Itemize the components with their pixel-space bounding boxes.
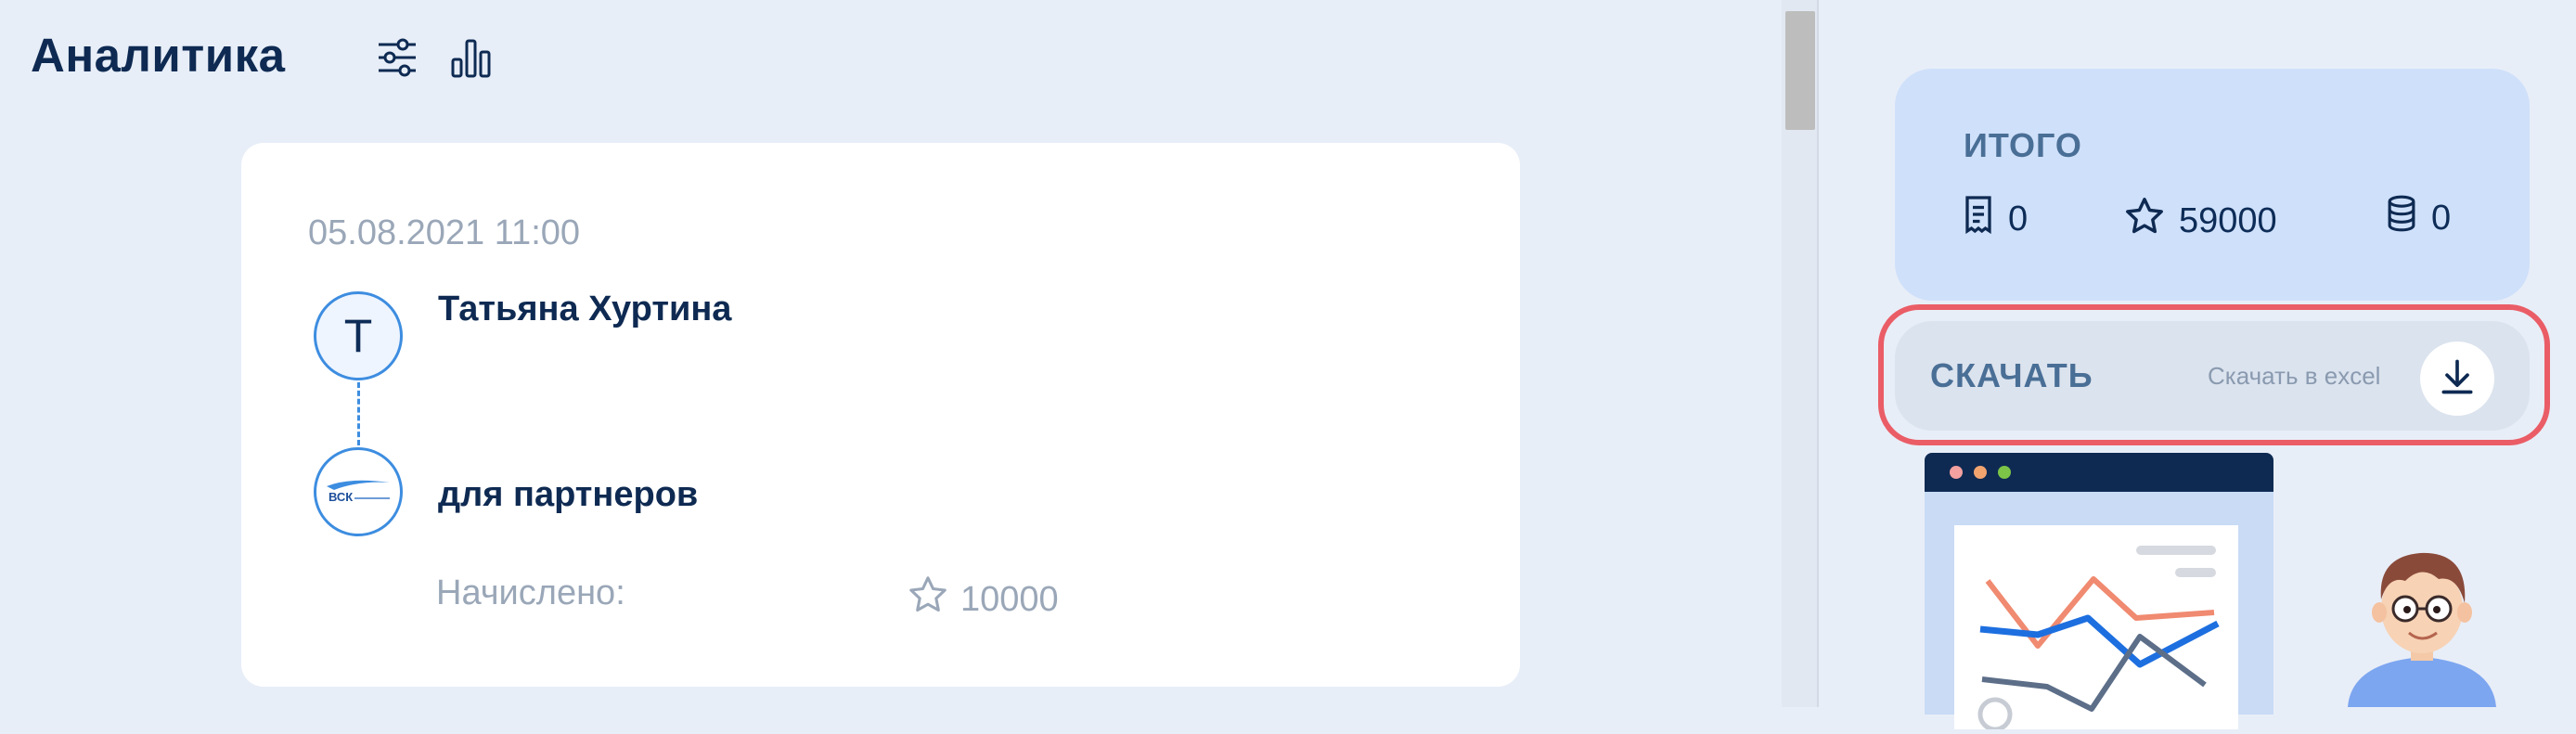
bar-chart-icon[interactable] [449,35,494,84]
download-button[interactable] [2420,341,2494,416]
user-name: Татьяна Хуртина [438,290,732,328]
avatar-letter: Т [343,310,373,362]
download-hint: Скачать в excel [2208,362,2381,390]
receipts-count: 0 [2008,199,2029,238]
totals-coins: 0 [2385,195,2451,241]
partner-logo-text: ВСК [328,490,353,504]
coins-icon [2385,195,2418,241]
download-panel[interactable]: СКАЧАТЬ Скачать в excel [1895,321,2530,431]
accrued-value: 10000 [907,573,1059,625]
download-label: СКАЧАТЬ [1930,356,2093,394]
illustration-window-bar [1925,453,2273,492]
star-icon [2123,195,2166,247]
accrued-amount: 10000 [960,579,1059,619]
star-icon [907,573,949,625]
illustration-chart [1954,525,2238,732]
user-avatar: Т [314,291,403,380]
connector-line [357,382,360,445]
main-content: Аналитика 05.08.2021 11:00 Т ВСК Татьяна [0,0,1782,707]
totals-title: ИТОГО [1964,126,2082,164]
coins-count: 0 [2431,198,2452,238]
sliders-icon[interactable] [375,35,419,84]
partner-label: для партнеров [438,475,699,514]
avatar-illustration [2329,544,2515,712]
scrollbar-thumb[interactable] [1785,11,1815,130]
totals-receipts: 0 [1962,195,2028,243]
transaction-card: 05.08.2021 11:00 Т ВСК Татьяна Хуртина д… [241,143,1520,687]
receipt-icon [1962,195,1995,243]
totals-stars: 59000 [2123,195,2277,247]
download-icon [2437,356,2478,402]
accrued-label: Начислено: [436,573,625,612]
panel-divider [1817,0,1819,707]
stars-count: 59000 [2179,200,2277,240]
page-title: Аналитика [31,29,286,82]
partner-logo: ВСК [314,447,403,536]
transaction-date: 05.08.2021 11:00 [308,213,581,252]
totals-panel: ИТОГО 0 59000 0 [1895,69,2530,301]
